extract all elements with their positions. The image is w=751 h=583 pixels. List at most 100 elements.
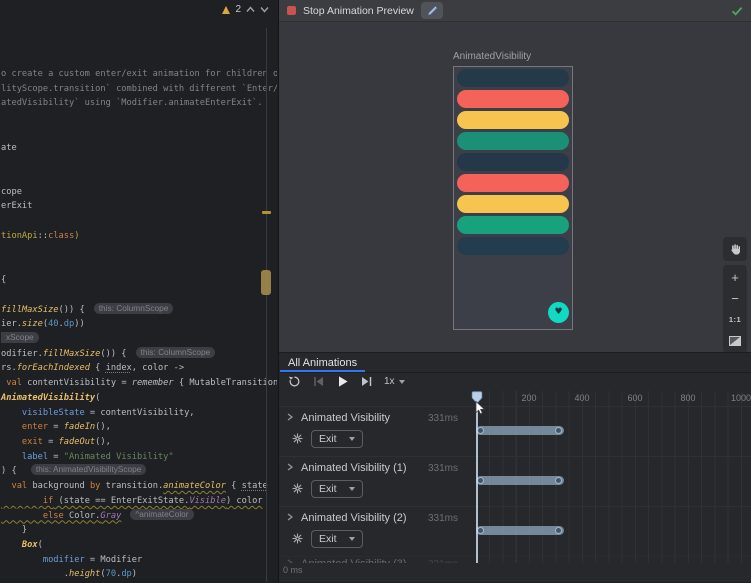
chevron-up-icon[interactable] [246,6,255,13]
stop-animation-preview-label[interactable]: Stop Animation Preview [303,5,414,17]
code-token: ate [1,143,17,153]
code-token: ier. [1,319,22,329]
zoom-fit-button[interactable] [723,332,747,350]
track-end-dot [555,427,562,434]
code-token: 70 [106,569,116,579]
chevron-down-icon[interactable] [260,6,269,13]
code-token: class [48,231,74,241]
design-surface[interactable]: AnimatedVisibility ♥ + − 1:1 [279,23,751,352]
code-token: odifier. [1,349,43,359]
row-expand-chevron-icon[interactable] [287,513,293,521]
code-token: ( [95,393,100,403]
code-line: label = "Animated Visibility" [1,450,174,465]
state-dropdown[interactable]: Exit [311,430,363,448]
code-token: remember [132,378,174,388]
freeze-icon[interactable] [292,483,303,494]
fab-button[interactable]: ♥ [548,302,569,323]
code-line: erExit [1,199,32,214]
editor-scrollbar-thumb[interactable] [261,270,271,295]
play-button-icon[interactable] [336,375,349,388]
code-line: AnimatedVisibility( [1,391,100,406]
skip-to-end-icon[interactable] [360,375,373,388]
state-dropdown[interactable]: Exit [311,530,363,548]
code-token [1,481,11,491]
code-token: = Modifier [85,555,143,565]
zoom-in-button[interactable]: + [723,268,747,286]
code-token: )) [74,319,84,329]
code-token: ()) { [59,305,85,315]
code-line: .height(70.dp) [1,567,137,582]
warning-count: 2 [235,4,241,15]
row-expand-chevron-icon[interactable] [287,463,293,471]
code-line: fillMaxSize()) {this: ColumnScope [1,303,173,318]
edit-button[interactable] [421,2,443,19]
code-line: odifier.fillMaxSize()) {this: ColumnScop… [1,347,215,362]
code-token: Color. [64,511,101,521]
code-token: { [226,481,242,491]
code-line: Box( [1,538,43,553]
playhead-line[interactable] [476,394,478,563]
check-icon [731,6,743,16]
freeze-icon[interactable] [292,533,303,544]
row-label: Animated Visibility (2) [301,512,407,524]
stop-icon[interactable] [287,6,296,15]
timeline[interactable]: 2004006008001000 Animated Visibility331m… [279,391,751,563]
track-end-dot [555,477,562,484]
code-token: ()) { [100,349,126,359]
zoom-actual-button[interactable]: 1:1 [723,311,747,329]
freeze-icon[interactable] [292,433,303,444]
preview-bars [457,69,569,258]
state-dropdown-value: Exit [319,533,337,545]
code-token: (), [95,422,111,432]
code-line: exit = fadeOut(), [1,435,111,450]
code-token: ) [132,569,137,579]
code-token: (), [95,437,111,447]
preview-frame[interactable]: ♥ [453,66,573,330]
tab-all-animations[interactable]: All Animations [279,353,366,372]
code-token: ) [74,231,79,241]
code-line: atedVisibility` using `Modifier.animateE… [1,96,263,111]
timeline-footer: 0 ms [279,563,751,583]
code-editor[interactable]: o create a custom enter/exit animation f… [0,0,277,582]
speed-dropdown[interactable]: 1x [384,376,405,387]
track-end-dot [555,527,562,534]
code-token: { [90,363,106,373]
code-token: fadeOut [59,437,96,447]
speed-label: 1x [384,376,395,387]
code-line: enter = fadeIn(), [1,420,111,435]
track-start-dot [477,527,484,534]
track-bar[interactable] [476,526,564,535]
zoom-out-button[interactable]: − [723,289,747,307]
code-line: } [1,523,27,538]
pan-button[interactable] [723,237,747,261]
animation-inspector: All Animations 1x [279,352,751,582]
code-token [1,408,22,418]
preview-bar [457,69,569,87]
code-line: if (state == EnterExitState.Visible) col… [1,494,263,509]
ruler-label: 400 [564,393,600,403]
state-dropdown[interactable]: Exit [311,480,363,498]
editor-scrollbar-track[interactable] [266,28,267,582]
code-token: fillMaxSize [1,305,59,315]
skip-to-start-icon[interactable] [312,375,325,388]
hint-chip: xScope [1,332,39,343]
loop-playback-icon[interactable] [288,375,301,388]
code-line: else Color.Gray^animateColor [1,509,194,524]
timeline-row-partial: Animated Visibility (3) 331ms [279,556,751,563]
timeline-row: Animated Visibility (1)331msExit [279,456,751,506]
track-bar[interactable] [476,476,564,485]
code-token: Box [22,540,38,550]
row-expand-chevron-icon[interactable] [287,413,293,421]
code-line: xScope [1,332,39,347]
inspections-widget[interactable]: 2 [222,4,269,15]
preview-bar [457,132,569,150]
code-token: height [69,569,100,579]
track-bar[interactable] [476,426,564,435]
preview-bar [457,216,569,234]
code-token: val [6,378,22,388]
preview-bar [457,111,569,129]
playback-controls: 1x [279,372,751,391]
warning-stripe-mark[interactable] [262,211,271,214]
code-token: dp [64,319,74,329]
code-token: exit [22,437,43,447]
